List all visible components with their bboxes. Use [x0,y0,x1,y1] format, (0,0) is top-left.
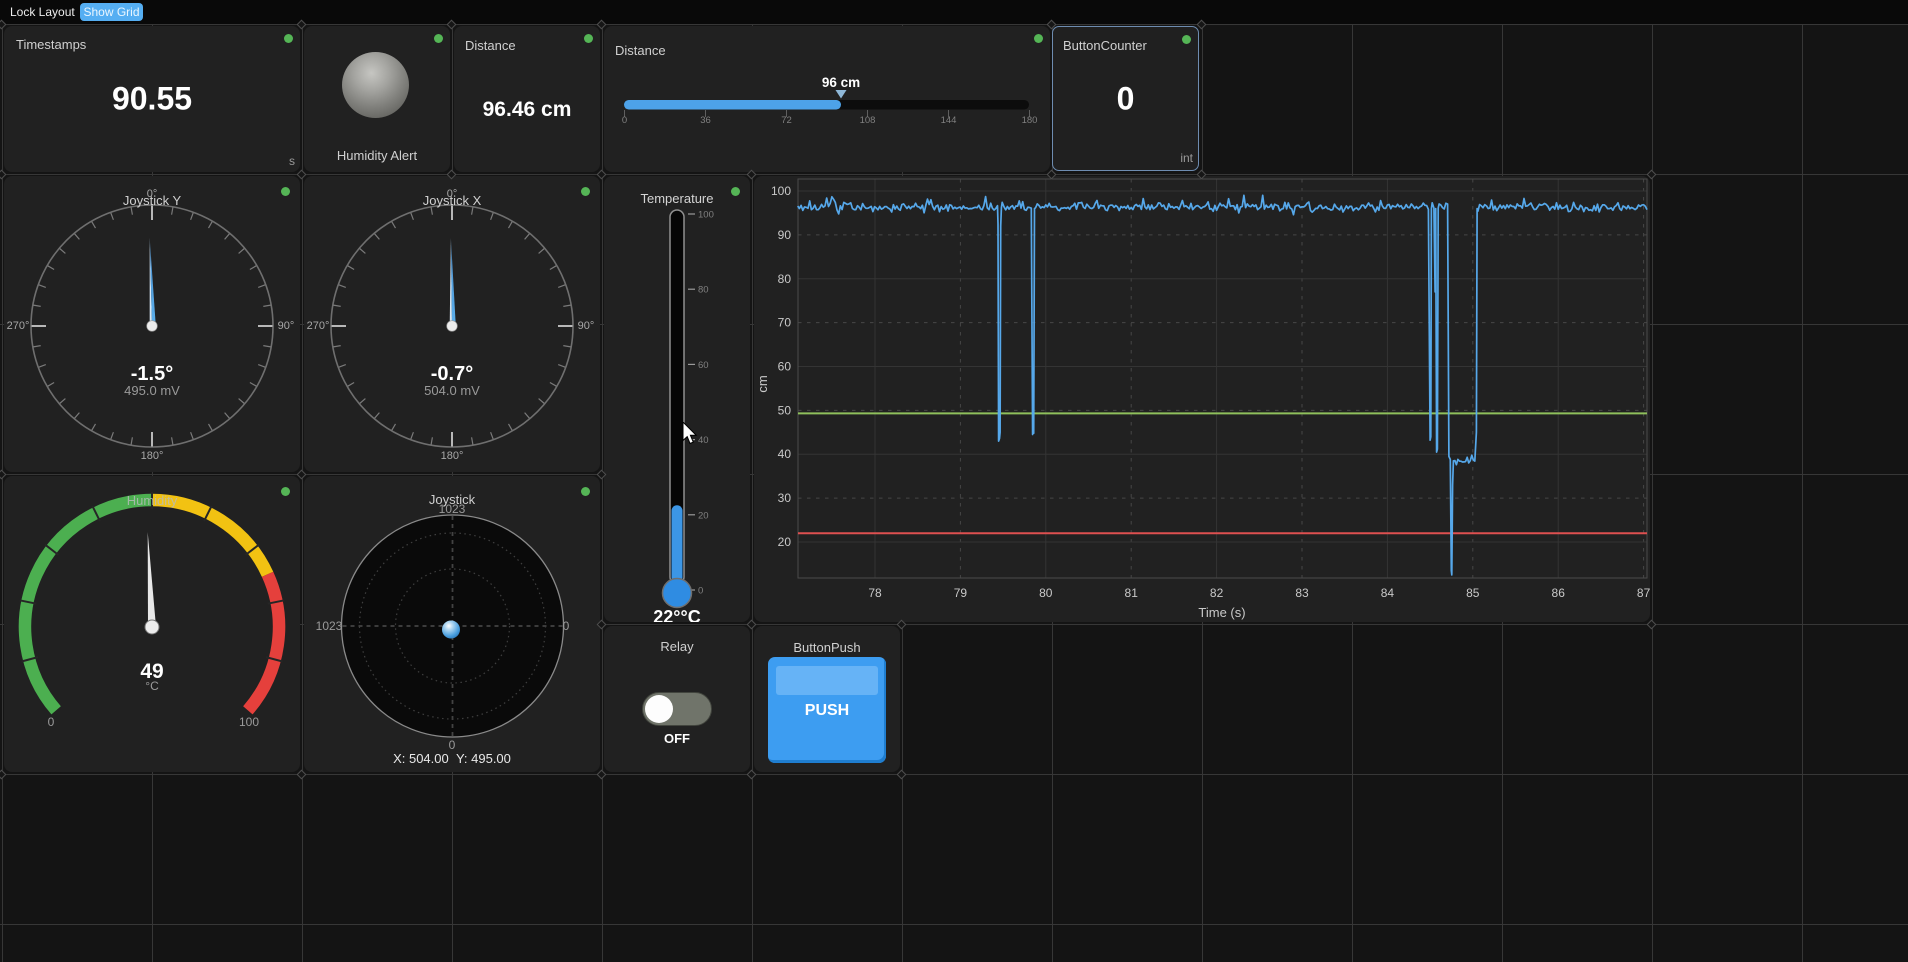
svg-text:Temperature: Temperature [641,191,714,206]
svg-text:82: 82 [1210,586,1224,600]
svg-text:80: 80 [1039,586,1053,600]
svg-text:84: 84 [1381,586,1395,600]
svg-text:180°: 180° [141,450,164,462]
svg-text:Time (s): Time (s) [1198,605,1245,620]
svg-text:Humidity: Humidity [127,493,178,508]
svg-text:40: 40 [778,447,792,461]
svg-text:0: 0 [698,586,703,597]
svg-text:-0.7°: -0.7° [431,363,473,385]
svg-text:0: 0 [563,619,570,633]
svg-text:70: 70 [778,316,792,330]
svg-text:50: 50 [778,403,792,417]
svg-text:X: 504.00 Y: 495.00: X: 504.00 Y: 495.00 [393,751,511,766]
svg-text:100: 100 [771,184,791,198]
svg-text:270°: 270° [7,320,30,332]
svg-text:504.0 mV: 504.0 mV [424,383,480,398]
svg-text:0: 0 [48,715,55,729]
svg-text:85: 85 [1466,586,1480,600]
svg-text:270°: 270° [307,320,330,332]
svg-text:36: 36 [700,115,711,126]
svg-text:22°°C: 22°°C [653,607,700,622]
svg-text:108: 108 [860,115,876,126]
svg-text:83: 83 [1295,586,1309,600]
svg-text:0: 0 [622,115,627,126]
svg-text:90: 90 [778,228,792,242]
svg-text:96 cm: 96 cm [822,75,860,90]
svg-text:cm: cm [755,375,770,392]
svg-text:1023: 1023 [316,619,343,633]
svg-text:-1.5°: -1.5° [131,363,173,385]
svg-text:Joystick Y: Joystick Y [123,193,182,208]
svg-text:30: 30 [778,491,792,505]
svg-text:80: 80 [778,272,792,286]
svg-text:180: 180 [1022,115,1038,126]
svg-text:20: 20 [698,510,709,521]
svg-text:100: 100 [239,715,259,729]
svg-text:144: 144 [941,115,957,126]
svg-text:90°: 90° [278,320,295,332]
svg-text:100: 100 [698,210,714,221]
svg-text:0: 0 [449,738,456,752]
svg-text:80: 80 [698,285,709,296]
svg-text:78: 78 [868,586,882,600]
svg-text:20: 20 [778,535,792,549]
svg-text:60: 60 [698,360,709,371]
svg-text:°C: °C [145,679,159,693]
svg-text:Joystick X: Joystick X [423,193,482,208]
svg-text:81: 81 [1125,586,1139,600]
svg-text:86: 86 [1552,586,1566,600]
svg-text:79: 79 [954,586,968,600]
svg-text:60: 60 [778,360,792,374]
svg-text:495.0 mV: 495.0 mV [124,383,180,398]
svg-text:72: 72 [781,115,792,126]
svg-text:87: 87 [1637,586,1650,600]
svg-text:90°: 90° [578,320,595,332]
svg-text:180°: 180° [441,450,464,462]
svg-text:1023: 1023 [439,502,466,516]
